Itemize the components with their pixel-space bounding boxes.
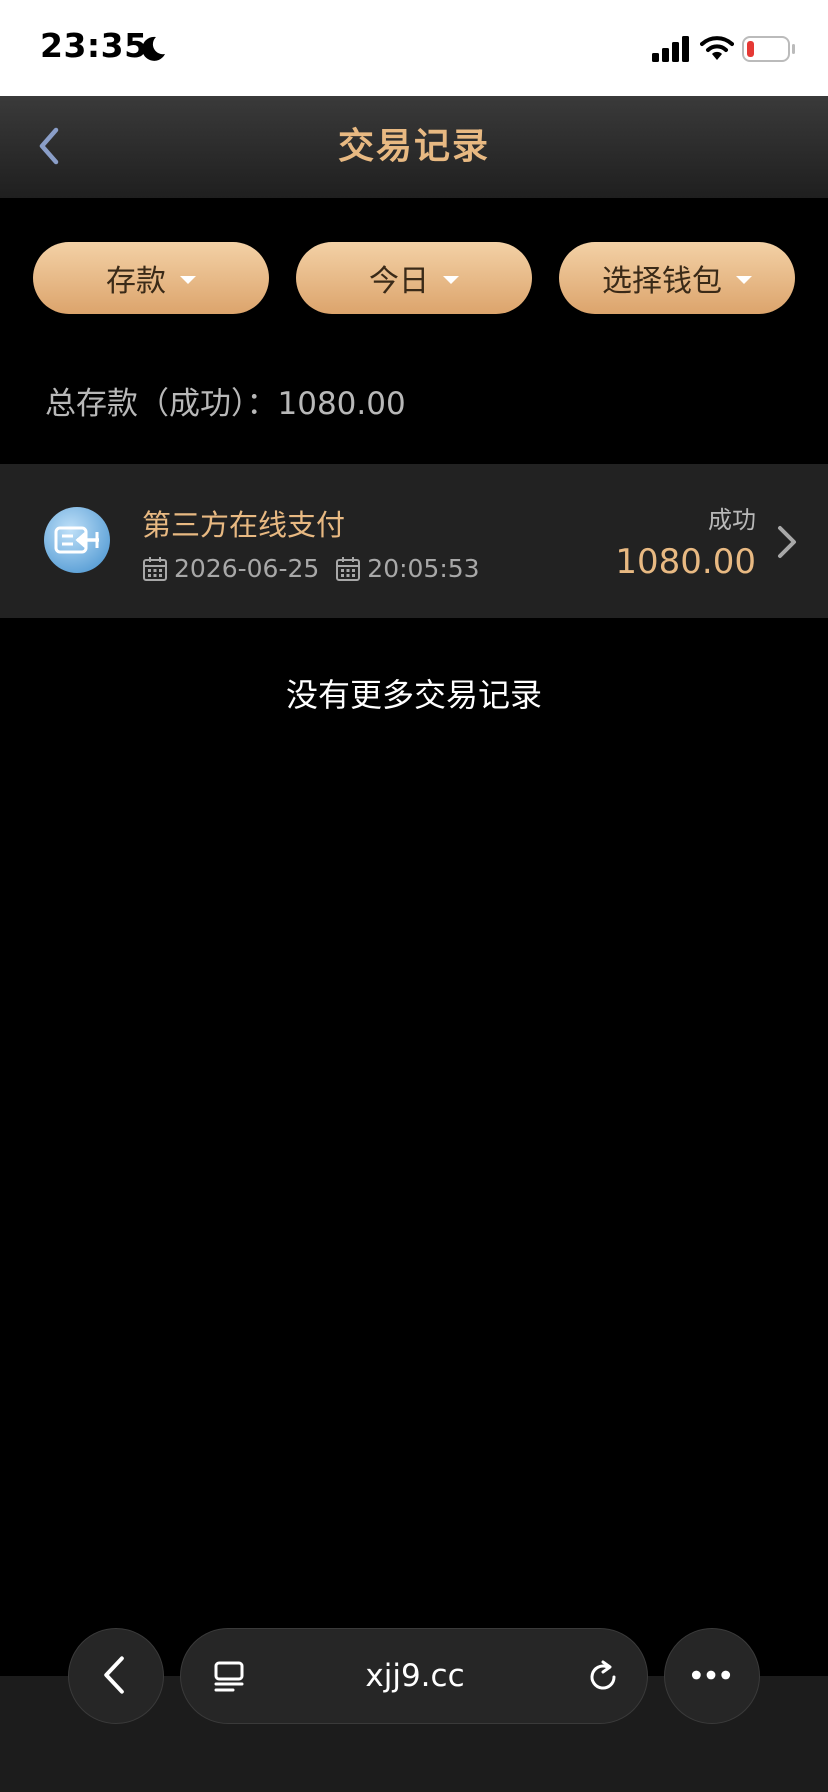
transaction-status: 成功 (708, 506, 756, 534)
wallet-filter-label: 选择钱包 (602, 264, 722, 299)
chevron-right-icon (778, 526, 796, 558)
more-options-button[interactable] (664, 1628, 760, 1724)
battery-low-icon (742, 36, 795, 62)
date-filter-dropdown[interactable]: 今日 (296, 242, 532, 314)
calendar-icon (143, 556, 167, 581)
signal-icon (652, 36, 689, 62)
caret-down-icon (736, 276, 752, 284)
page-title: 交易记录 (337, 126, 490, 167)
caret-down-icon (443, 276, 459, 284)
moon-icon (142, 36, 165, 61)
more-dots-icon (691, 1670, 731, 1680)
status-time: 23:35 (40, 26, 148, 65)
transaction-datetime: 2026-06-25 20:05:53 (142, 554, 480, 583)
type-filter-label: 存款 (106, 264, 166, 299)
transaction-amount: 1080.00 (615, 542, 756, 582)
wifi-icon (700, 36, 734, 60)
reload-icon[interactable] (585, 1659, 621, 1695)
navigation-header: 交易记录 (0, 96, 828, 198)
wallet-filter-dropdown[interactable]: 选择钱包 (559, 242, 795, 314)
online-payment-icon (44, 507, 110, 573)
transaction-time: 20:05:53 (367, 554, 480, 583)
date-filter-label: 今日 (369, 264, 429, 299)
transaction-row[interactable]: 第三方在线支付 2026-06-25 20:05:53 成功 1080.00 (0, 464, 828, 618)
type-filter-dropdown[interactable]: 存款 (33, 242, 269, 314)
list-end-message: 没有更多交易记录 (285, 676, 542, 714)
browser-back-button[interactable] (68, 1628, 164, 1724)
transaction-time-group: 20:05:53 (335, 554, 480, 583)
chevron-left-icon (104, 1656, 124, 1694)
status-bar: 23:35 (0, 0, 828, 96)
deposit-summary: 总存款（成功）：1080.00 (45, 386, 406, 422)
transaction-method: 第三方在线支付 (142, 508, 346, 542)
transaction-date: 2026-06-25 (174, 554, 320, 583)
calendar-icon (336, 556, 361, 581)
address-bar[interactable]: xjj9.cc (180, 1628, 648, 1724)
url-text[interactable]: xjj9.cc (181, 1629, 649, 1723)
caret-down-icon (180, 276, 196, 284)
